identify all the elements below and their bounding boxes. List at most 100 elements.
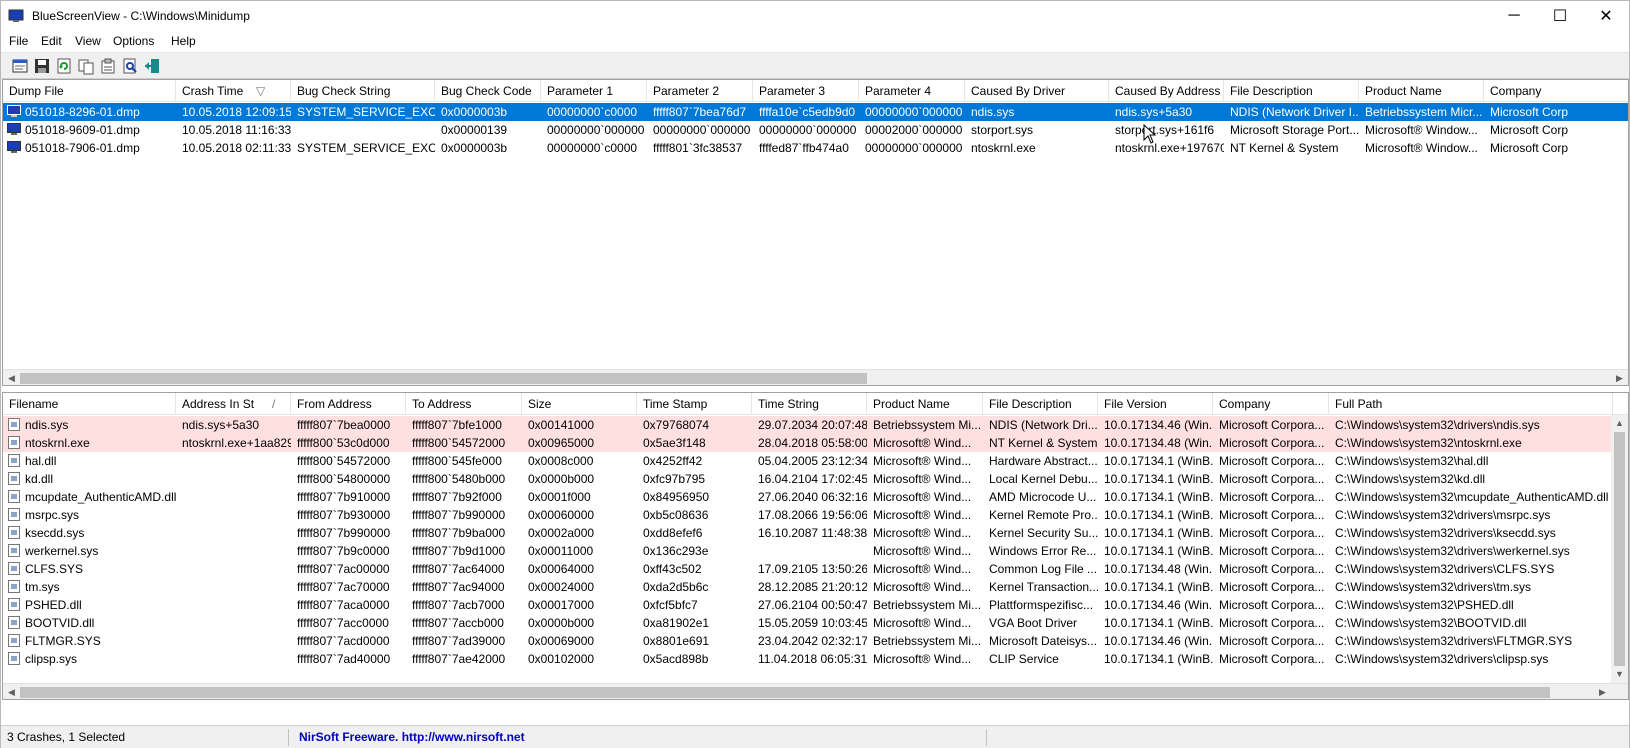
menu-file[interactable]: File (9, 34, 28, 48)
crash-row[interactable]: 051018-9609-01.dmp 10.05.2018 11:16:33 0… (3, 121, 1628, 139)
col-size[interactable]: Size (522, 393, 637, 415)
minimize-button[interactable]: ─ (1491, 1, 1537, 31)
crash-row[interactable]: 051018-7906-01.dmp 10.05.2018 02:11:33 S… (3, 139, 1628, 157)
cell-time-string: 17.08.2066 19:56:06 (758, 508, 867, 522)
driver-row[interactable]: PSHED.dll fffff807`7aca0000 fffff807`7acb7… (3, 596, 1611, 614)
col-bug-check-string[interactable]: Bug Check String (291, 80, 435, 102)
col-parameter-2[interactable]: Parameter 2 (647, 80, 753, 102)
cell-size: 0x00024000 (528, 580, 595, 594)
nirsoft-link[interactable]: NirSoft Freeware. http://www.nirsoft.net (295, 729, 987, 746)
cell-from-address: fffff807`7acc0000 (297, 616, 389, 630)
html-report-icon[interactable] (11, 57, 29, 75)
driver-row[interactable]: tm.sys fffff807`7ac70000 fffff807`7ac94000… (3, 578, 1611, 596)
driver-row[interactable]: mcupdate_AuthenticAMD.dll fffff807`7b9100… (3, 488, 1611, 506)
cell-file-description: Kernel Remote Pro... (989, 508, 1098, 522)
col-product-name[interactable]: Product Name (867, 393, 983, 415)
cell-from-address: fffff800`54800000 (297, 472, 391, 486)
refresh-icon[interactable] (55, 57, 73, 75)
cell-filename: ntoskrnl.exe (25, 436, 90, 450)
col-caused-by-address[interactable]: Caused By Address (1109, 80, 1224, 102)
crash-list-hscrollbar[interactable]: ◀ ▶ (3, 369, 1628, 385)
col-company[interactable]: Company (1213, 393, 1329, 415)
cell-filename: ndis.sys (25, 418, 69, 432)
driver-list-vscroll-thumb[interactable] (1614, 432, 1625, 666)
crash-list-hscroll-thumb[interactable] (20, 373, 867, 384)
driver-row[interactable]: ntoskrnl.exe ntoskrnl.exe+1aa829 fffff800`… (3, 434, 1611, 452)
driver-row[interactable]: clipsp.sys fffff807`7ad40000 fffff807`7ae4… (3, 650, 1611, 668)
cell-time-stamp: 0x79768074 (643, 418, 710, 432)
cell-product-name: Microsoft® Wind... (873, 544, 972, 558)
driver-list-vscrollbar[interactable]: ▲ ▼ (1611, 415, 1628, 683)
col-to-address[interactable]: To Address (406, 393, 522, 415)
title-bar[interactable]: BlueScreenView - C:\Windows\Minidump ─ ☐… (1, 1, 1629, 31)
cell-time-stamp: 0xfc97b795 (643, 472, 706, 486)
driver-row[interactable]: hal.dll fffff800`54572000 fffff800`545fe00… (3, 452, 1611, 470)
menu-edit[interactable]: Edit (41, 34, 62, 48)
menu-view[interactable]: View (75, 34, 101, 48)
cell-to-address: fffff807`7acb7000 (412, 598, 505, 612)
col-address-in-stack[interactable]: Address In St / (176, 393, 291, 415)
cell-file-description: NDIS (Network Dri... (989, 418, 1098, 432)
cell-filename: msrpc.sys (25, 508, 79, 522)
col-file-version[interactable]: File Version (1098, 393, 1213, 415)
menu-options[interactable]: Options (113, 34, 154, 48)
save-icon[interactable] (33, 57, 51, 75)
col-dump-file[interactable]: Dump File (3, 80, 176, 102)
close-button[interactable]: ✕ (1583, 1, 1629, 31)
driver-row[interactable]: BOOTVID.dll fffff807`7acc0000 fffff807`7ac… (3, 614, 1611, 632)
cell-from-address: fffff800`53c0d000 (297, 436, 390, 450)
cell-caused-by-address: ndis.sys+5a30 (1115, 105, 1193, 119)
crash-row[interactable]: 051018-8296-01.dmp 10.05.2018 12:09:15 S… (3, 103, 1628, 121)
cell-company: Microsoft Corpora... (1219, 436, 1325, 450)
scroll-right-icon[interactable]: ▶ (1611, 370, 1628, 385)
col-caused-by-driver[interactable]: Caused By Driver (965, 80, 1109, 102)
cell-to-address: fffff807`7ae42000 (412, 652, 506, 666)
col-time-stamp[interactable]: Time Stamp (637, 393, 752, 415)
col-product-name[interactable]: Product Name (1359, 80, 1484, 102)
driver-list-hscrollbar[interactable]: ◀ ▶ (3, 683, 1628, 699)
col-filename[interactable]: Filename (3, 393, 176, 415)
driver-list-hscroll-thumb[interactable] (20, 687, 1550, 698)
cell-parameter-3: ffffed87`ffb474a0 (759, 141, 849, 155)
driver-row[interactable]: CLFS.SYS fffff807`7ac00000 fffff807`7ac640… (3, 560, 1611, 578)
col-parameter-3[interactable]: Parameter 3 (753, 80, 859, 102)
cell-file-version: 10.0.17134.1 (WinB... (1104, 526, 1213, 540)
cell-file-description: Plattformspezifisc... (989, 598, 1094, 612)
find-icon[interactable] (121, 57, 139, 75)
driver-row[interactable]: kd.dll fffff800`54800000 fffff800`5480b000… (3, 470, 1611, 488)
driver-row[interactable]: FLTMGR.SYS fffff807`7acd0000 fffff807`7ad3… (3, 632, 1611, 650)
scroll-down-icon[interactable]: ▼ (1611, 666, 1628, 683)
col-crash-time[interactable]: Crash Time ▽ (176, 80, 291, 102)
driver-row[interactable]: ndis.sys ndis.sys+5a30 fffff807`7bea0000 ff… (3, 416, 1611, 434)
col-time-string[interactable]: Time String (752, 393, 867, 415)
driver-row[interactable]: werkernel.sys fffff807`7b9c0000 fffff807`7… (3, 542, 1611, 560)
status-empty (989, 729, 1625, 746)
cell-time-stamp: 0xa81902e1 (643, 616, 710, 630)
cell-to-address: fffff807`7bfe1000 (412, 418, 502, 432)
cell-product-name: Microsoft® Wind... (873, 562, 972, 576)
col-file-description[interactable]: File Description (983, 393, 1098, 415)
exit-icon[interactable] (143, 57, 161, 75)
col-file-description[interactable]: File Description (1224, 80, 1359, 102)
col-company[interactable]: Company (1484, 80, 1628, 102)
maximize-button[interactable]: ☐ (1537, 1, 1583, 31)
col-bug-check-code[interactable]: Bug Check Code (435, 80, 541, 102)
col-parameter-1[interactable]: Parameter 1 (541, 80, 647, 102)
col-from-address[interactable]: From Address (291, 393, 406, 415)
cell-address-in-stack (176, 632, 291, 650)
scroll-left-icon[interactable]: ◀ (3, 370, 20, 385)
scroll-left-icon[interactable]: ◀ (3, 684, 20, 699)
col-full-path[interactable]: Full Path (1329, 393, 1613, 415)
cell-file-description: Windows Error Re... (989, 544, 1097, 558)
cell-company: Microsoft Corpora... (1219, 472, 1325, 486)
copy-icon[interactable] (77, 57, 95, 75)
driver-row[interactable]: msrpc.sys fffff807`7b930000 fffff807`7b990… (3, 506, 1611, 524)
cell-time-stamp: 0x4252ff42 (643, 454, 703, 468)
properties-icon[interactable] (99, 57, 117, 75)
cell-time-string: 27.06.2040 06:32:16 (758, 490, 867, 504)
col-parameter-4[interactable]: Parameter 4 (859, 80, 965, 102)
scroll-up-icon[interactable]: ▲ (1611, 415, 1628, 432)
scroll-right-icon[interactable]: ▶ (1594, 684, 1611, 699)
driver-row[interactable]: ksecdd.sys fffff807`7b990000 fffff807`7b9b… (3, 524, 1611, 542)
menu-help[interactable]: Help (171, 34, 196, 48)
